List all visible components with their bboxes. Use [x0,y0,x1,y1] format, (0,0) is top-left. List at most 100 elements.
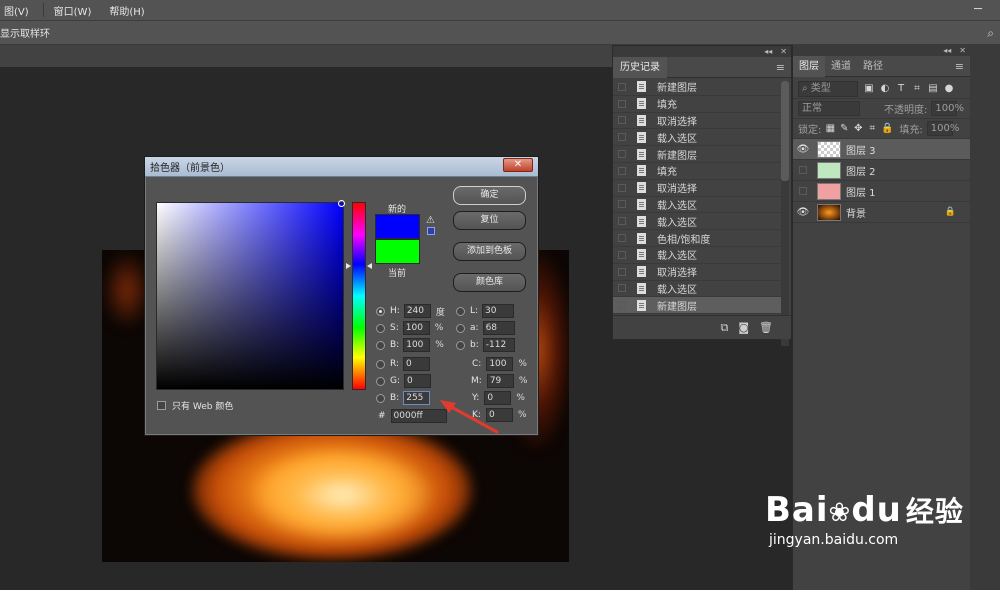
lab-b-input[interactable]: -112 [482,338,515,352]
history-item[interactable]: 载入选区 [613,247,781,264]
adjustment-filter-icon[interactable]: ◐ [880,83,890,94]
snapshot-checkbox[interactable] [618,150,626,159]
history-item[interactable]: 填充 [613,163,781,180]
current-color-swatch[interactable] [375,239,420,264]
lab-a-radio[interactable] [456,323,465,333]
eye-icon[interactable]: 👁 [793,144,813,155]
lab-l-input[interactable]: 30 [482,304,515,318]
hue-radio[interactable] [376,306,385,316]
layer-row[interactable]: 图层 1 [793,181,970,202]
ok-button[interactable]: 确定 [453,186,526,205]
trash-icon[interactable]: 🗑 [759,321,773,334]
yellow-input[interactable]: 0 [484,391,512,405]
snapshot-checkbox[interactable] [618,166,626,175]
lock-image-icon[interactable]: ✎ [839,123,849,134]
saturation-radio[interactable] [376,323,385,333]
new-document-from-state-icon[interactable]: ⧉ [720,321,728,335]
filter-toggle-icon[interactable]: ● [944,83,954,94]
layer-row-selected[interactable]: 👁 图层 3 [793,139,970,160]
panel-collapse-controls[interactable]: ◂◂ ✕ [793,45,970,56]
visibility-toggle[interactable] [799,166,807,174]
green-radio[interactable] [376,376,385,386]
red-radio[interactable] [376,359,385,369]
tab-layers[interactable]: 图层 [793,55,825,77]
hue-slider-handle-right[interactable] [367,263,372,269]
close-button[interactable]: ✕ [503,158,533,172]
history-item[interactable]: 填充 [613,96,781,113]
cyan-input[interactable]: 100 [486,357,514,371]
out-of-gamut-warning-icon[interactable]: ⚠ [426,215,435,226]
magenta-input[interactable]: 79 [486,374,514,388]
opacity-input[interactable]: 100% [931,101,964,116]
panel-menu-icon[interactable]: ≡ [776,61,785,74]
snapshot-checkbox[interactable] [618,301,626,310]
lab-l-radio[interactable] [456,306,465,316]
color-field[interactable] [156,202,344,390]
saturation-input[interactable]: 100 [402,321,430,335]
menu-help[interactable]: 帮助(H) [109,3,144,18]
smart-object-filter-icon[interactable]: ▤ [928,83,938,94]
hex-input[interactable]: 0000ff [390,409,447,423]
snapshot-checkbox[interactable] [618,284,626,293]
menu-view[interactable]: 图(V) [4,3,29,18]
blue-input[interactable]: 255 [403,391,431,405]
visibility-toggle[interactable] [799,187,807,195]
hue-slider-handle-left[interactable] [346,263,351,269]
web-colors-checkbox[interactable] [157,401,166,410]
blend-mode-select[interactable]: 正常 [798,101,860,116]
history-item-selected[interactable]: 新建图层 [613,297,781,315]
layer-row[interactable]: 👁 背景 🔒 [793,202,970,223]
search-icon[interactable]: ⌕ [987,26,994,41]
snapshot-checkbox[interactable] [618,116,626,125]
tab-paths[interactable]: 路径 [857,56,889,77]
blue-radio[interactable] [376,393,385,403]
lock-position-icon[interactable]: ✥ [853,123,863,134]
type-filter-icon[interactable]: T [896,83,906,94]
history-item[interactable]: 取消选择 [613,180,781,197]
web-safe-warning-icon[interactable] [427,227,435,235]
color-field-cursor[interactable] [338,200,345,207]
brightness-radio[interactable] [376,340,385,350]
tab-history[interactable]: 历史记录 [613,56,667,78]
history-item[interactable]: 载入选区 [613,213,781,231]
history-item[interactable]: 取消选择 [613,113,781,130]
hue-slider[interactable] [352,202,366,390]
shape-filter-icon[interactable]: ⌗ [912,83,922,94]
snapshot-checkbox[interactable] [618,250,626,259]
fill-input[interactable]: 100% [926,121,959,136]
red-input[interactable]: 0 [403,357,431,371]
snapshot-checkbox[interactable] [618,99,626,108]
history-item[interactable]: 新建图层 [613,146,781,163]
snapshot-checkbox[interactable] [618,82,626,91]
color-libraries-button[interactable]: 颜色库 [453,273,526,292]
history-item[interactable]: 载入选区 [613,197,781,214]
snapshot-checkbox[interactable] [618,183,626,192]
layer-row[interactable]: 图层 2 [793,160,970,181]
snapshot-checkbox[interactable] [618,200,626,209]
menu-window[interactable]: 窗口(W) [54,3,92,18]
eye-icon[interactable]: 👁 [793,207,813,218]
snapshot-checkbox[interactable] [618,133,626,142]
lock-all-icon[interactable]: 🔒 [881,123,893,134]
lab-b-radio[interactable] [456,340,465,350]
brightness-input[interactable]: 100 [403,338,431,352]
show-sampling-ring-option[interactable]: 显示取样环 [0,25,50,40]
image-filter-icon[interactable]: ▣ [864,83,874,94]
layer-kind-filter[interactable]: ⌕ 类型 [798,80,858,97]
minimize-icon[interactable]: ─ [974,2,982,17]
history-scrollbar-thumb[interactable] [781,81,789,181]
history-item[interactable]: 取消选择 [613,264,781,281]
snapshot-checkbox[interactable] [618,267,626,276]
history-item[interactable]: 新建图层 [613,79,781,96]
lock-transparent-icon[interactable]: ▦ [825,123,835,134]
snapshot-checkbox[interactable] [618,217,626,226]
history-item[interactable]: 载入选区 [613,129,781,147]
reset-button[interactable]: 复位 [453,211,526,230]
snapshot-checkbox[interactable] [618,234,626,243]
history-item[interactable]: 色相/饱和度 [613,230,781,247]
panel-menu-icon[interactable]: ≡ [955,60,964,73]
tab-channels[interactable]: 通道 [825,56,857,77]
lock-artboard-icon[interactable]: ⌗ [867,123,877,134]
hue-input[interactable]: 240 [403,304,431,318]
add-to-swatches-button[interactable]: 添加到色板 [453,242,526,261]
